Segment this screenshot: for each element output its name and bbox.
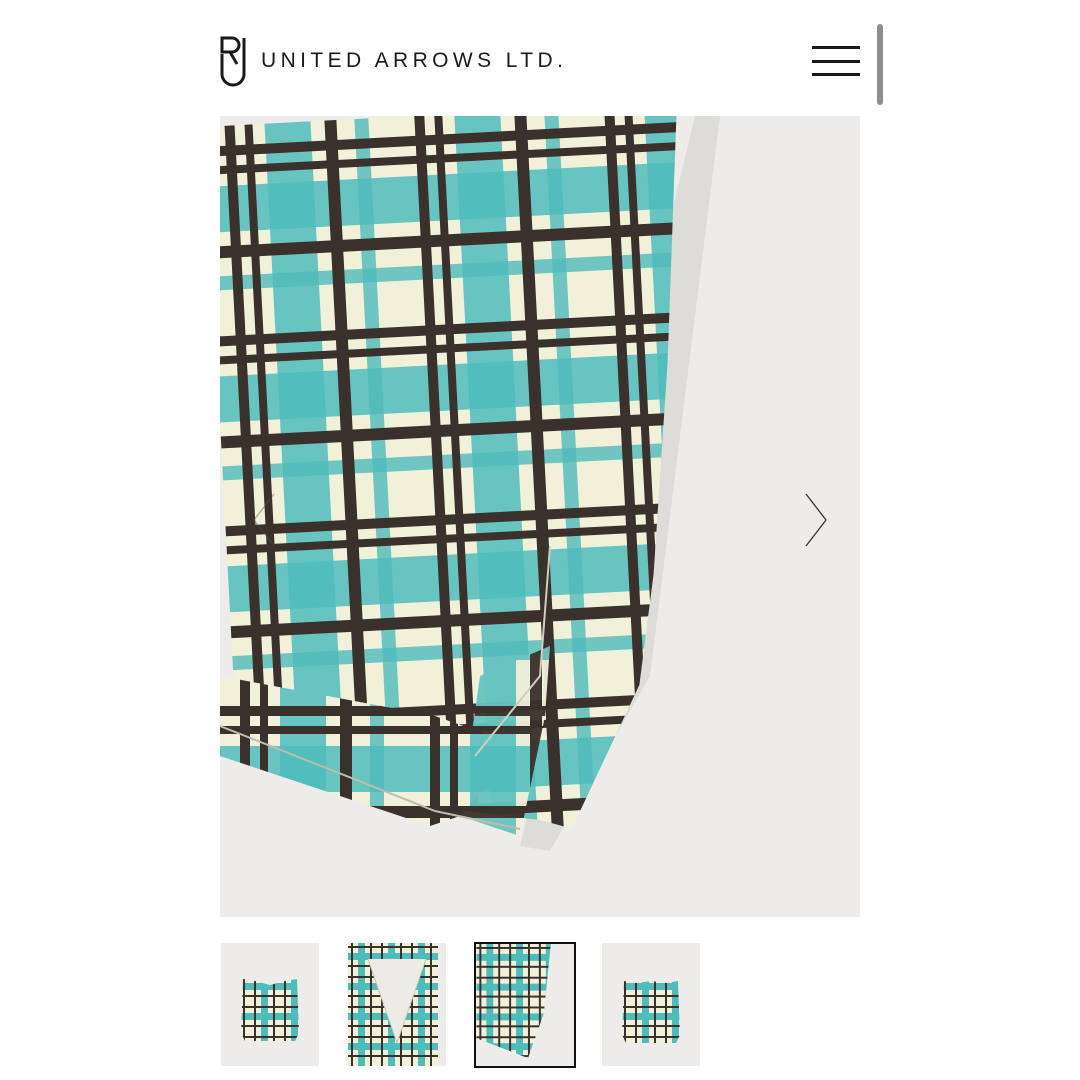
thumbnail-hem-closeup[interactable] [474,942,576,1068]
product-image-viewer[interactable] [220,116,860,917]
thumbnail-front-view[interactable] [221,943,319,1066]
brand-name[interactable]: UNITED ARROWS LTD. [261,49,567,73]
product-photo-hem-closeup [220,116,860,917]
page-scrollbar[interactable] [877,24,883,105]
thumbnail-neckline-view[interactable] [348,943,446,1066]
ua-monogram-logo-icon[interactable] [218,34,248,88]
thumbnail-back-view[interactable] [602,943,700,1066]
hamburger-menu-icon[interactable] [812,44,860,78]
thumbnail-strip [220,942,860,1068]
chevron-left-icon[interactable] [250,490,280,550]
chevron-right-icon[interactable] [802,490,832,550]
site-header: UNITED ARROWS LTD. [0,0,1080,116]
